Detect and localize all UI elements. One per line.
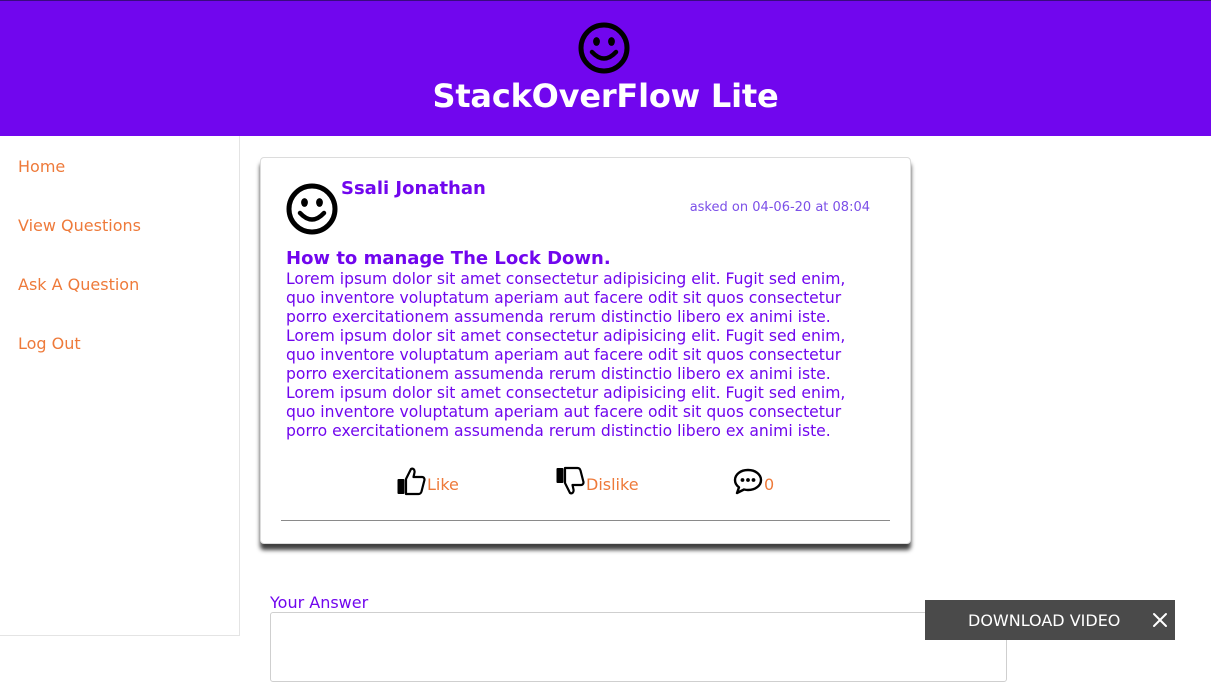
sidebar-item-home[interactable]: Home bbox=[18, 157, 65, 176]
download-video-button[interactable]: DOWNLOAD VIDEO bbox=[968, 611, 1120, 630]
smiley-icon bbox=[578, 22, 630, 74]
dislike-button[interactable]: Dislike bbox=[555, 466, 639, 496]
sidebar: Home View Questions Ask A Question Log O… bbox=[0, 136, 240, 636]
sidebar-item-log-out[interactable]: Log Out bbox=[18, 334, 81, 353]
question-card: Ssali Jonathan asked on 04-06-20 at 08:0… bbox=[260, 157, 911, 544]
app-title: StackOverFlow Lite bbox=[432, 77, 779, 115]
answer-label: Your Answer bbox=[270, 593, 369, 612]
thumbs-down-icon bbox=[556, 466, 585, 495]
comments-button[interactable]: 0 bbox=[733, 466, 774, 496]
like-label: Like bbox=[427, 475, 459, 494]
app-header: StackOverFlow Lite bbox=[0, 0, 1211, 136]
asked-date: asked on 04-06-20 at 08:04 bbox=[689, 200, 870, 215]
avatar-smiley-icon bbox=[286, 183, 338, 235]
question-body: Lorem ipsum dolor sit amet consectetur a… bbox=[286, 270, 846, 440]
like-button[interactable]: Like bbox=[396, 466, 459, 496]
sidebar-item-ask-question[interactable]: Ask A Question bbox=[18, 275, 139, 294]
question-title: How to manage The Lock Down. bbox=[286, 248, 611, 269]
dislike-label: Dislike bbox=[586, 475, 639, 494]
question-actions: Like Dislike 0 bbox=[261, 466, 912, 502]
comment-icon bbox=[733, 468, 763, 495]
answer-input[interactable] bbox=[270, 612, 1007, 682]
card-divider bbox=[281, 520, 890, 521]
comment-count: 0 bbox=[764, 475, 775, 494]
author-name[interactable]: Ssali Jonathan bbox=[341, 178, 486, 199]
thumbs-up-icon bbox=[397, 467, 426, 496]
sidebar-item-view-questions[interactable]: View Questions bbox=[18, 216, 141, 235]
download-video-bar: DOWNLOAD VIDEO bbox=[925, 600, 1175, 640]
close-icon[interactable] bbox=[1150, 610, 1170, 630]
